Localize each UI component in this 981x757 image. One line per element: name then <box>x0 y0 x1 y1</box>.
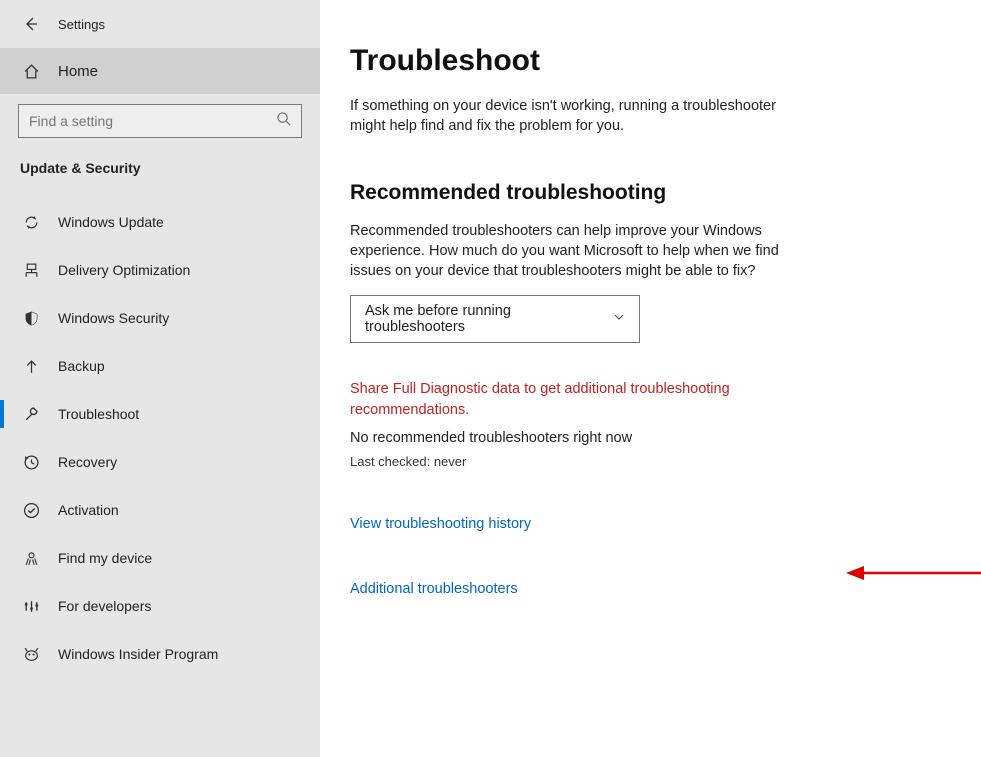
sidebar-item-label: Windows Insider Program <box>58 646 218 662</box>
home-icon <box>22 62 40 80</box>
sidebar-item-find-my-device[interactable]: Find my device <box>0 534 320 582</box>
sidebar-header: Settings <box>0 10 320 48</box>
sidebar-item-label: For developers <box>58 598 151 614</box>
recovery-icon <box>22 453 40 471</box>
wrench-icon <box>22 405 40 423</box>
sidebar-list: Windows Update Delivery Optimization Win… <box>0 188 320 678</box>
activation-icon <box>22 501 40 519</box>
no-recommendations-text: No recommended troubleshooters right now <box>350 430 945 446</box>
additional-troubleshooters-link[interactable]: Additional troubleshooters <box>350 581 518 597</box>
troubleshoot-preference-dropdown[interactable]: Ask me before running troubleshooters <box>350 295 640 343</box>
sidebar-item-backup[interactable]: Backup <box>0 342 320 390</box>
recommended-heading: Recommended troubleshooting <box>350 181 945 205</box>
sidebar-item-troubleshoot[interactable]: Troubleshoot <box>0 390 320 438</box>
sidebar-item-label: Windows Security <box>58 310 169 326</box>
sidebar-item-label: Delivery Optimization <box>58 262 190 278</box>
last-checked-text: Last checked: never <box>350 454 945 469</box>
view-troubleshooting-history-link[interactable]: View troubleshooting history <box>350 516 531 532</box>
intro-text: If something on your device isn't workin… <box>350 96 790 137</box>
developers-icon <box>22 597 40 615</box>
share-diagnostic-link[interactable]: Share Full Diagnostic data to get additi… <box>350 379 790 420</box>
page-title: Troubleshoot <box>350 44 945 78</box>
sidebar-item-label: Activation <box>58 502 119 518</box>
sidebar: Settings Home Update & Security Windo <box>0 0 320 757</box>
sidebar-item-delivery-optimization[interactable]: Delivery Optimization <box>0 246 320 294</box>
search-box[interactable] <box>18 104 302 138</box>
backup-icon <box>22 357 40 375</box>
sidebar-item-label: Windows Update <box>58 214 164 230</box>
recommended-body: Recommended troubleshooters can help imp… <box>350 221 790 282</box>
search-input[interactable] <box>29 113 269 129</box>
dropdown-value: Ask me before running troubleshooters <box>365 303 613 335</box>
sidebar-item-windows-security[interactable]: Windows Security <box>0 294 320 342</box>
sidebar-item-windows-update[interactable]: Windows Update <box>0 198 320 246</box>
sidebar-section-title: Update & Security <box>0 154 320 188</box>
app-title: Settings <box>58 17 105 32</box>
chevron-down-icon <box>613 311 625 327</box>
search-wrap <box>0 94 320 154</box>
sidebar-home-label: Home <box>58 63 98 80</box>
main-content: Troubleshoot If something on your device… <box>320 0 981 757</box>
sidebar-item-recovery[interactable]: Recovery <box>0 438 320 486</box>
search-icon <box>276 111 291 131</box>
sidebar-item-label: Find my device <box>58 550 152 566</box>
sidebar-item-for-developers[interactable]: For developers <box>0 582 320 630</box>
sidebar-item-activation[interactable]: Activation <box>0 486 320 534</box>
insider-icon <box>22 645 40 663</box>
shield-icon <box>22 309 40 327</box>
sidebar-home[interactable]: Home <box>0 48 320 94</box>
sidebar-item-label: Recovery <box>58 454 117 470</box>
refresh-icon <box>22 213 40 231</box>
sidebar-item-windows-insider[interactable]: Windows Insider Program <box>0 630 320 678</box>
delivery-icon <box>22 261 40 279</box>
back-icon[interactable] <box>22 15 40 33</box>
findmydevice-icon <box>22 549 40 567</box>
sidebar-item-label: Troubleshoot <box>58 406 139 422</box>
sidebar-item-label: Backup <box>58 358 105 374</box>
